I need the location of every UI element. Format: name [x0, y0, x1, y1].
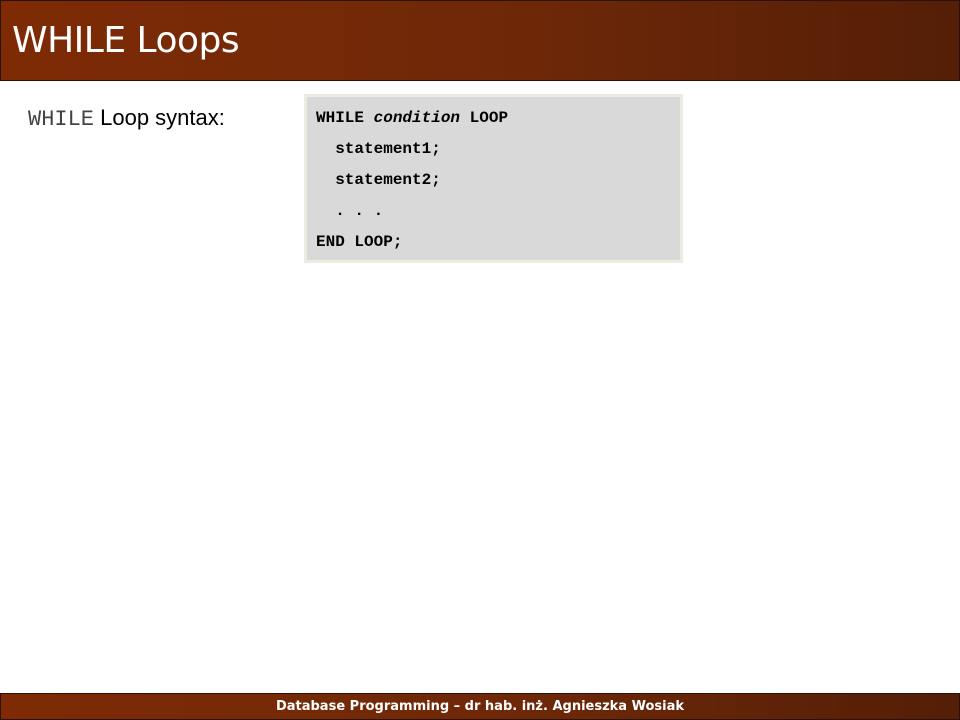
slide-title: WHILE Loops	[12, 20, 240, 61]
code-line-1: WHILE condition LOOP	[316, 108, 508, 128]
bullet-text: WHILE Loop syntax:	[28, 104, 225, 134]
footer-text: Database Programming – dr hab. inż. Agni…	[275, 699, 685, 714]
code-keyword-while: WHILE	[316, 109, 374, 127]
code-line-2: statement1;	[316, 140, 441, 158]
footer-bar: Database Programming – dr hab. inż. Agni…	[0, 693, 960, 720]
code-line-4: . . .	[316, 202, 384, 220]
code-condition: condition	[373, 109, 461, 127]
code-keyword-loop: LOOP	[460, 109, 509, 127]
bullet-keyword: WHILE	[28, 107, 95, 132]
code-line-3: statement2;	[316, 171, 441, 189]
code-line-5: END LOOP;	[316, 233, 403, 251]
title-bar: WHILE Loops	[0, 0, 960, 81]
bullet-label: Loop syntax:	[94, 105, 225, 130]
code-block: WHILE condition LOOP statement1; stateme…	[304, 94, 683, 263]
